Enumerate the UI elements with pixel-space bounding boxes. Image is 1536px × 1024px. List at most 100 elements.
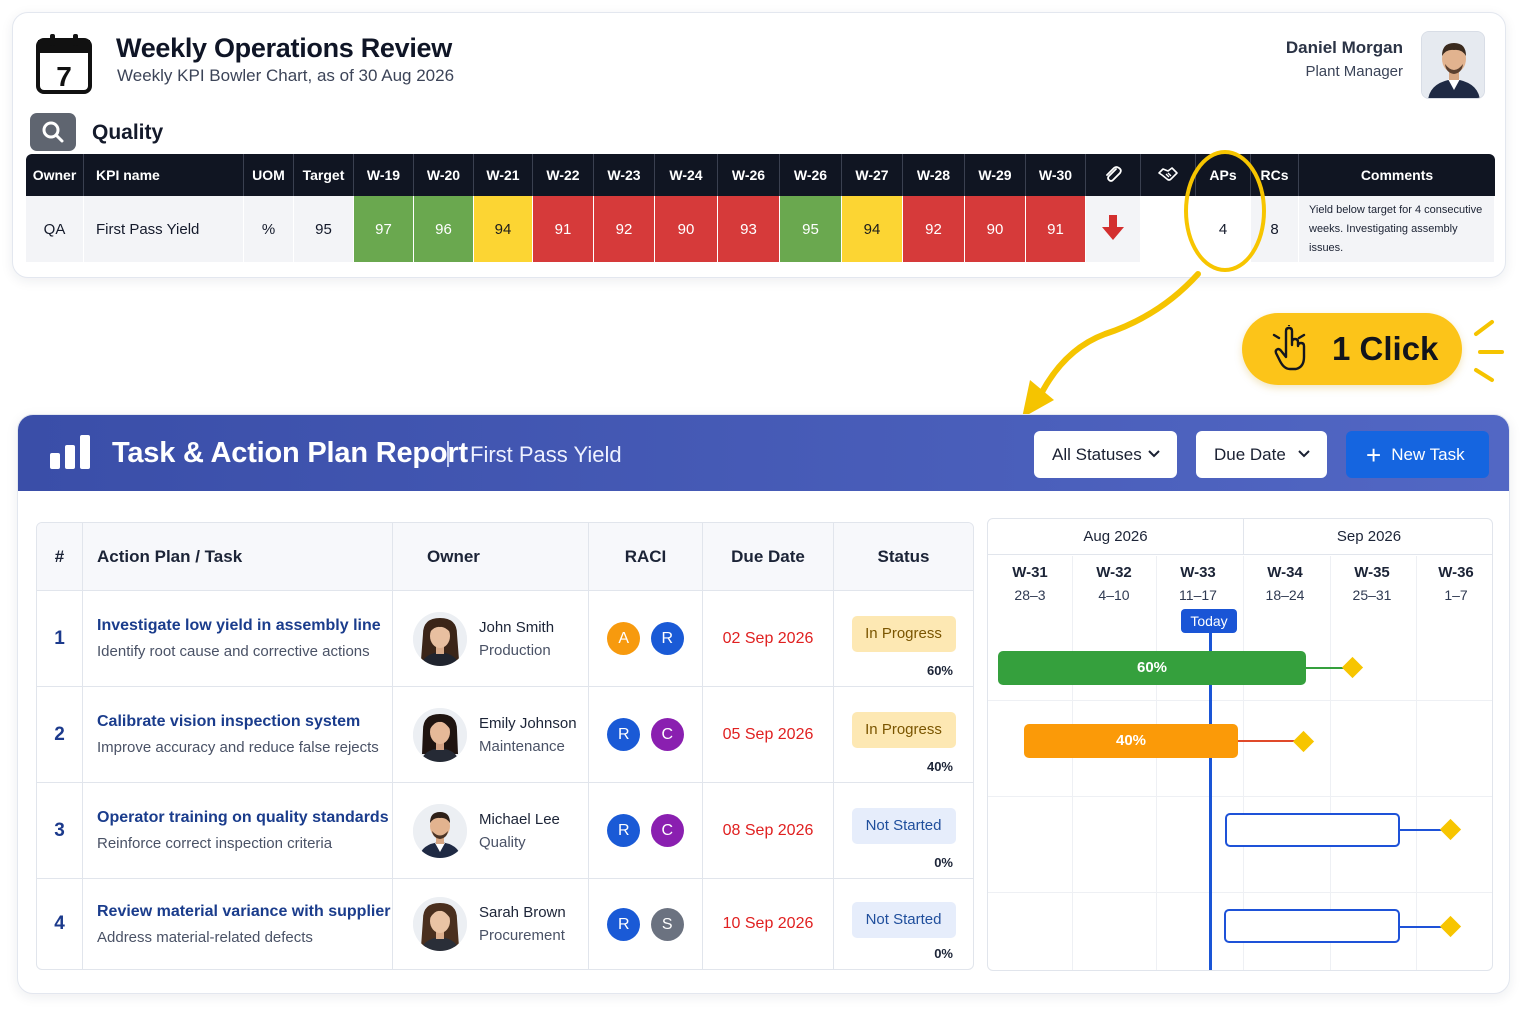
owner-department: Production <box>479 641 551 659</box>
gantt-bar[interactable] <box>1225 813 1400 847</box>
one-click-badge: 1 Click <box>1242 313 1462 385</box>
week-value: 90 <box>655 196 718 262</box>
week-label: W-32 <box>1096 564 1132 581</box>
task-title[interactable]: Operator training on quality standards <box>97 809 392 827</box>
milestone-diamond-icon[interactable] <box>1439 915 1462 938</box>
col-owner: Owner <box>393 523 589 591</box>
col-task: Action Plan / Task <box>83 523 393 591</box>
col-week: W-19 <box>354 154 414 196</box>
due-date: 02 Sep 2026 <box>703 591 834 687</box>
progress-percent: 60% <box>926 663 953 678</box>
task-cell: Calibrate vision inspection system Impro… <box>83 687 393 783</box>
milestone-diamond-icon[interactable] <box>1341 656 1364 679</box>
col-attachment[interactable] <box>1086 154 1141 196</box>
task-description: Address material-related defects <box>97 928 313 946</box>
task-row[interactable]: 2 Calibrate vision inspection system Imp… <box>37 687 973 783</box>
owner-name: Emily Johnson <box>479 714 577 732</box>
task-description: Improve accuracy and reduce false reject… <box>97 739 379 756</box>
task-title[interactable]: Review material variance with supplier <box>97 903 392 921</box>
title-divider <box>447 441 449 467</box>
report-title: Task & Action Plan Report <box>112 437 468 469</box>
avatar[interactable] <box>1421 31 1485 99</box>
report-kpi-name: First Pass Yield <box>470 442 622 467</box>
raci-support-badge[interactable]: S <box>650 907 684 941</box>
col-week: W-26 <box>780 154 842 196</box>
owner-department: Procurement <box>479 927 565 944</box>
user-role: Plant Manager <box>1305 63 1403 80</box>
raci-responsible-badge[interactable]: R <box>650 622 684 655</box>
grid-line <box>988 796 1492 797</box>
status-cell: In Progress 60% <box>834 591 973 687</box>
kpi-name[interactable]: First Pass Yield <box>84 196 244 262</box>
action-plan-report: Task & Action Plan Report First Pass Yie… <box>17 414 1510 994</box>
col-week: W-24 <box>655 154 718 196</box>
gantt-week: W-31 28–3 <box>988 556 1072 603</box>
task-title[interactable]: Investigate low yield in assembly line <box>97 617 392 635</box>
task-cell: Operator training on quality standards R… <box>83 783 393 879</box>
raci-responsible-badge[interactable]: R <box>607 814 641 847</box>
owner-cell: Emily Johnson Maintenance <box>393 687 589 783</box>
task-description: Reinforce correct inspection criteria <box>97 835 333 852</box>
gantt-chart: Aug 2026 Sep 2026 W-31 28–3 W-32 4–10 W-… <box>987 518 1493 971</box>
owner-cell: John Smith Production <box>393 591 589 687</box>
new-task-button[interactable]: + New Task <box>1346 431 1489 478</box>
due-date: 10 Sep 2026 <box>703 879 834 969</box>
owner-department: Quality <box>479 833 526 851</box>
col-week: W-29 <box>965 154 1026 196</box>
task-row[interactable]: 3 Operator training on quality standards… <box>37 783 973 879</box>
status-badge[interactable]: Not Started <box>851 901 956 938</box>
search-button[interactable] <box>30 113 76 151</box>
col-raci: RACI <box>589 523 703 591</box>
flow-arrow-icon <box>1022 271 1201 418</box>
week-label: W-35 <box>1354 564 1390 581</box>
col-status: Status <box>834 523 973 591</box>
week-value: 94 <box>842 196 903 262</box>
kpi-row: QA First Pass Yield % 95 97 96 94 91 92 … <box>26 196 1495 262</box>
gantt-bar[interactable]: 40% <box>1024 724 1238 758</box>
raci-consulted-badge[interactable]: C <box>650 718 684 751</box>
status-filter-dropdown[interactable]: All Statuses <box>1034 431 1177 478</box>
raci-consulted-badge[interactable]: C <box>650 814 684 847</box>
down-arrow-icon <box>1102 215 1124 240</box>
task-row[interactable]: 4 Review material variance with supplier… <box>37 879 973 969</box>
milestone-diamond-icon[interactable] <box>1292 730 1315 753</box>
week-range: 11–17 <box>1179 587 1217 603</box>
due-date-dropdown[interactable]: Due Date <box>1196 431 1327 478</box>
raci-cell: R S <box>589 879 703 969</box>
task-number: 2 <box>37 687 83 783</box>
col-num: # <box>37 523 83 591</box>
task-row[interactable]: 1 Investigate low yield in assembly line… <box>37 591 973 687</box>
col-week: W-22 <box>533 154 594 196</box>
grid-line <box>1330 556 1331 970</box>
task-title[interactable]: Calibrate vision inspection system <box>97 713 392 731</box>
week-range: 4–10 <box>1098 587 1130 603</box>
owner-name: John Smith <box>479 618 555 636</box>
avatar <box>413 897 467 951</box>
progress-percent: 0% <box>934 946 953 961</box>
status-badge[interactable]: Not Started <box>851 808 956 844</box>
one-click-label: 1 Click <box>1332 330 1439 367</box>
week-label: W-36 <box>1438 564 1474 581</box>
col-owner: Owner <box>26 154 84 196</box>
new-task-label: New Task <box>1391 444 1465 464</box>
col-week: W-21 <box>474 154 533 196</box>
trend-cell <box>1086 196 1141 262</box>
milestone-diamond-icon[interactable] <box>1439 818 1462 841</box>
aps-highlight-circle <box>1184 150 1266 272</box>
raci-responsible-badge[interactable]: R <box>607 907 641 941</box>
woman-portrait-icon <box>413 611 467 666</box>
status-badge[interactable]: In Progress <box>851 712 956 748</box>
raci-accountable-badge[interactable]: A <box>607 622 641 655</box>
bar-connector <box>1306 667 1346 669</box>
due-date-filter-label: Due Date <box>1214 444 1286 464</box>
col-uom: UOM <box>244 154 294 196</box>
raci-responsible-badge[interactable]: R <box>607 718 641 751</box>
gantt-week: W-32 4–10 <box>1072 556 1156 603</box>
kpi-target: 95 <box>294 196 354 262</box>
gantt-bar[interactable] <box>1224 909 1400 943</box>
status-badge[interactable]: In Progress <box>851 616 956 652</box>
woman-portrait-icon <box>413 897 467 951</box>
gantt-bar[interactable]: 60% <box>998 651 1306 685</box>
week-range: 18–24 <box>1265 587 1305 603</box>
gantt-week: W-34 18–24 <box>1243 556 1327 603</box>
